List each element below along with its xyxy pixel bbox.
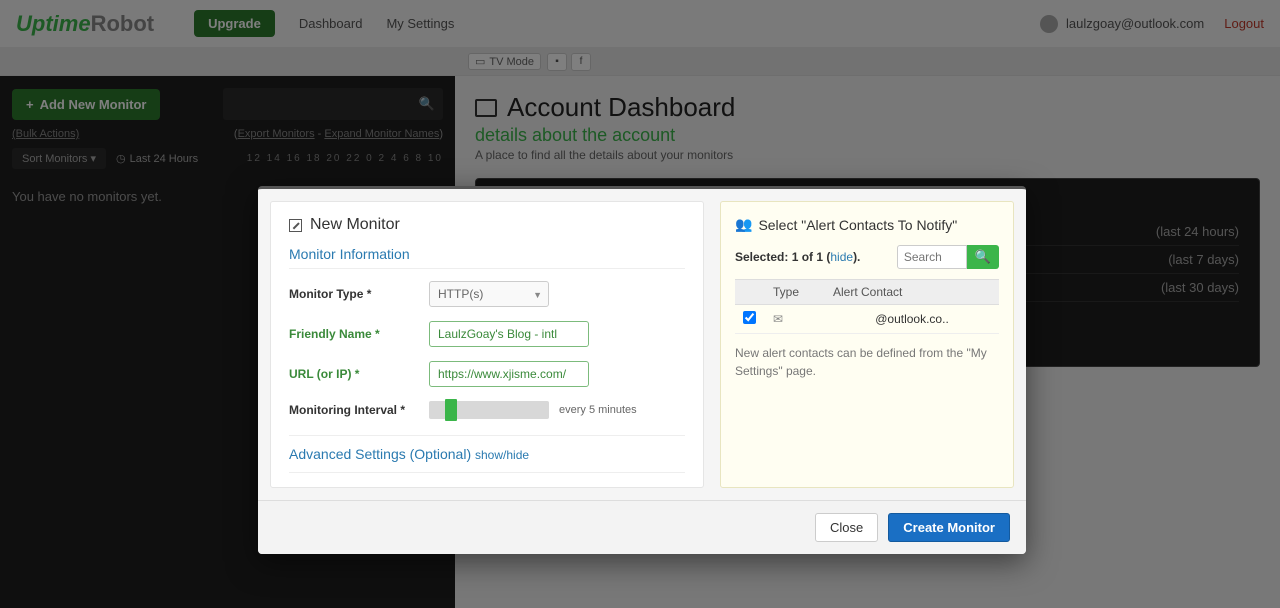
contacts-note: New alert contacts can be defined from t… (735, 344, 999, 380)
modal-footer: Close Create Monitor (258, 500, 1026, 554)
advanced-settings: Advanced Settings (Optional) show/hide (289, 435, 685, 473)
label-interval: Monitoring Interval * (289, 403, 429, 417)
selected-text: Selected: 1 of 1 (hide). (735, 250, 860, 264)
url-input[interactable] (429, 361, 589, 387)
edit-icon (289, 219, 302, 232)
close-button[interactable]: Close (815, 513, 878, 542)
mail-icon: ✉ (773, 312, 833, 326)
search-icon: 🔍 (975, 249, 991, 264)
monitor-type-select[interactable]: HTTP(s)▼ (429, 281, 549, 307)
contact-checkbox[interactable] (743, 311, 756, 324)
friendly-name-input[interactable] (429, 321, 589, 347)
label-url: URL (or IP) * (289, 367, 429, 381)
contact-search-button[interactable]: 🔍 (967, 245, 999, 269)
new-monitor-modal: New Monitor Monitor Information Monitor … (258, 186, 1026, 554)
contacts-table-head: Type Alert Contact (735, 279, 999, 305)
contact-row[interactable]: ✉ @outlook.co.. (735, 305, 999, 334)
monitor-form: New Monitor Monitor Information Monitor … (270, 201, 704, 488)
advanced-toggle[interactable]: show/hide (475, 448, 529, 462)
section-monitor-info: Monitor Information (289, 246, 685, 269)
alert-contacts-panel: 👥Select "Alert Contacts To Notify" Selec… (720, 201, 1014, 488)
interval-text: every 5 minutes (559, 404, 637, 416)
hide-link[interactable]: hide (830, 250, 853, 264)
contact-search-input[interactable] (897, 245, 967, 269)
contacts-title: 👥Select "Alert Contacts To Notify" (735, 216, 999, 233)
people-icon: 👥 (735, 216, 752, 233)
chevron-down-icon: ▼ (533, 290, 542, 300)
contact-email: @outlook.co.. (833, 312, 991, 326)
label-monitor-type: Monitor Type * (289, 287, 429, 301)
modal-title: New Monitor (289, 216, 685, 234)
interval-slider[interactable] (429, 401, 549, 419)
create-monitor-button[interactable]: Create Monitor (888, 513, 1010, 542)
label-friendly-name: Friendly Name * (289, 327, 429, 341)
slider-handle[interactable] (445, 399, 457, 421)
